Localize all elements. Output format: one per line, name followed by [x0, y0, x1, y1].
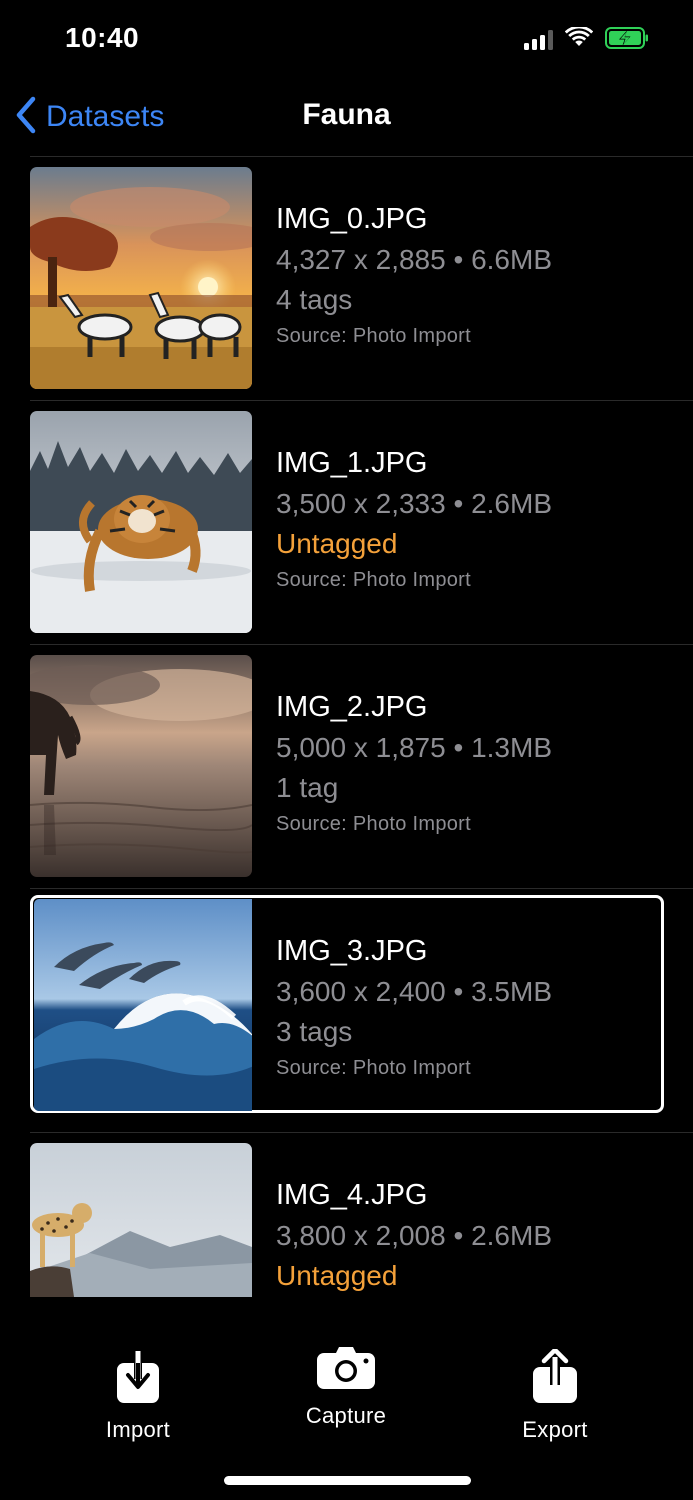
status-bar: 10:40 — [0, 0, 693, 80]
status-icons — [524, 25, 649, 54]
filename: IMG_2.JPG — [276, 691, 428, 723]
image-dimensions: 4,327 x 2,885 • 6.6MB — [276, 244, 553, 275]
source-label: Source: Photo Import — [276, 325, 471, 347]
filename: IMG_1.JPG — [276, 447, 428, 479]
untagged-label: Untagged — [276, 1260, 398, 1291]
tag-count: 1 tag — [276, 772, 339, 803]
thumbnail-image — [30, 411, 252, 633]
export-label: Export — [522, 1417, 588, 1442]
export-button[interactable]: Export — [475, 1345, 635, 1443]
thumbnail-image — [30, 1143, 252, 1297]
import-icon — [58, 1345, 218, 1403]
home-indicator[interactable] — [224, 1476, 471, 1485]
cellular-signal-icon — [524, 30, 553, 50]
image-info: IMG_3.JPG 3,600 x 2,400 • 3.5MB 3 tags S… — [276, 931, 552, 1084]
image-info: IMG_0.JPG 4,327 x 2,885 • 6.6MB 4 tags S… — [276, 199, 552, 352]
status-time: 10:40 — [65, 22, 140, 53]
image-dimensions: 3,500 x 2,333 • 2.6MB — [276, 488, 553, 519]
list-item[interactable]: IMG_4.JPG 3,800 x 2,008 • 2.6MB Untagged — [30, 1133, 693, 1297]
list-item[interactable]: IMG_0.JPG 4,327 x 2,885 • 6.6MB 4 tags S… — [30, 157, 693, 401]
page-title: Fauna — [302, 98, 391, 131]
import-button[interactable]: Import — [58, 1345, 218, 1443]
thumbnail-image — [30, 655, 252, 877]
list-item-selected[interactable]: IMG_3.JPG 3,600 x 2,400 • 3.5MB 3 tags S… — [30, 889, 693, 1133]
source-label: Source: Photo Import — [276, 569, 471, 591]
filename: IMG_3.JPG — [276, 935, 428, 967]
tag-count: 3 tags — [276, 1016, 353, 1047]
image-dimensions: 3,800 x 2,008 • 2.6MB — [276, 1220, 553, 1251]
image-list: IMG_0.JPG 4,327 x 2,885 • 6.6MB 4 tags S… — [0, 157, 693, 1297]
navigation-bar: Datasets Fauna — [0, 80, 693, 156]
image-info: IMG_1.JPG 3,500 x 2,333 • 2.6MB Untagged… — [276, 443, 552, 596]
image-dimensions: 3,600 x 2,400 • 3.5MB — [276, 976, 553, 1007]
share-icon — [475, 1345, 635, 1403]
source-label: Source: Photo Import — [276, 1057, 471, 1079]
battery-charging-icon — [605, 26, 649, 54]
capture-button[interactable]: Capture — [266, 1347, 426, 1429]
list-item[interactable]: IMG_2.JPG 5,000 x 1,875 • 1.3MB 1 tag So… — [30, 645, 693, 889]
filename: IMG_0.JPG — [276, 203, 428, 235]
screen: 10:40 Datasets Fauna IMG_0.JPG 4,327 x 2… — [0, 0, 693, 1500]
filename: IMG_4.JPG — [276, 1179, 428, 1211]
image-dimensions: 5,000 x 1,875 • 1.3MB — [276, 732, 553, 763]
capture-label: Capture — [305, 1403, 387, 1428]
thumbnail-image — [34, 899, 252, 1111]
tag-count: 4 tags — [276, 284, 353, 315]
bottom-toolbar: Import Capture Export — [0, 1297, 693, 1500]
list-item[interactable]: IMG_1.JPG 3,500 x 2,333 • 2.6MB Untagged… — [30, 401, 693, 645]
source-label: Source: Photo Import — [276, 813, 471, 835]
import-label: Import — [105, 1417, 171, 1442]
wifi-icon — [564, 25, 594, 53]
thumbnail-image — [30, 167, 252, 389]
image-info: IMG_4.JPG 3,800 x 2,008 • 2.6MB Untagged — [276, 1175, 552, 1296]
image-info: IMG_2.JPG 5,000 x 1,875 • 1.3MB 1 tag So… — [276, 687, 552, 840]
untagged-label: Untagged — [276, 528, 398, 559]
camera-icon — [266, 1347, 426, 1389]
